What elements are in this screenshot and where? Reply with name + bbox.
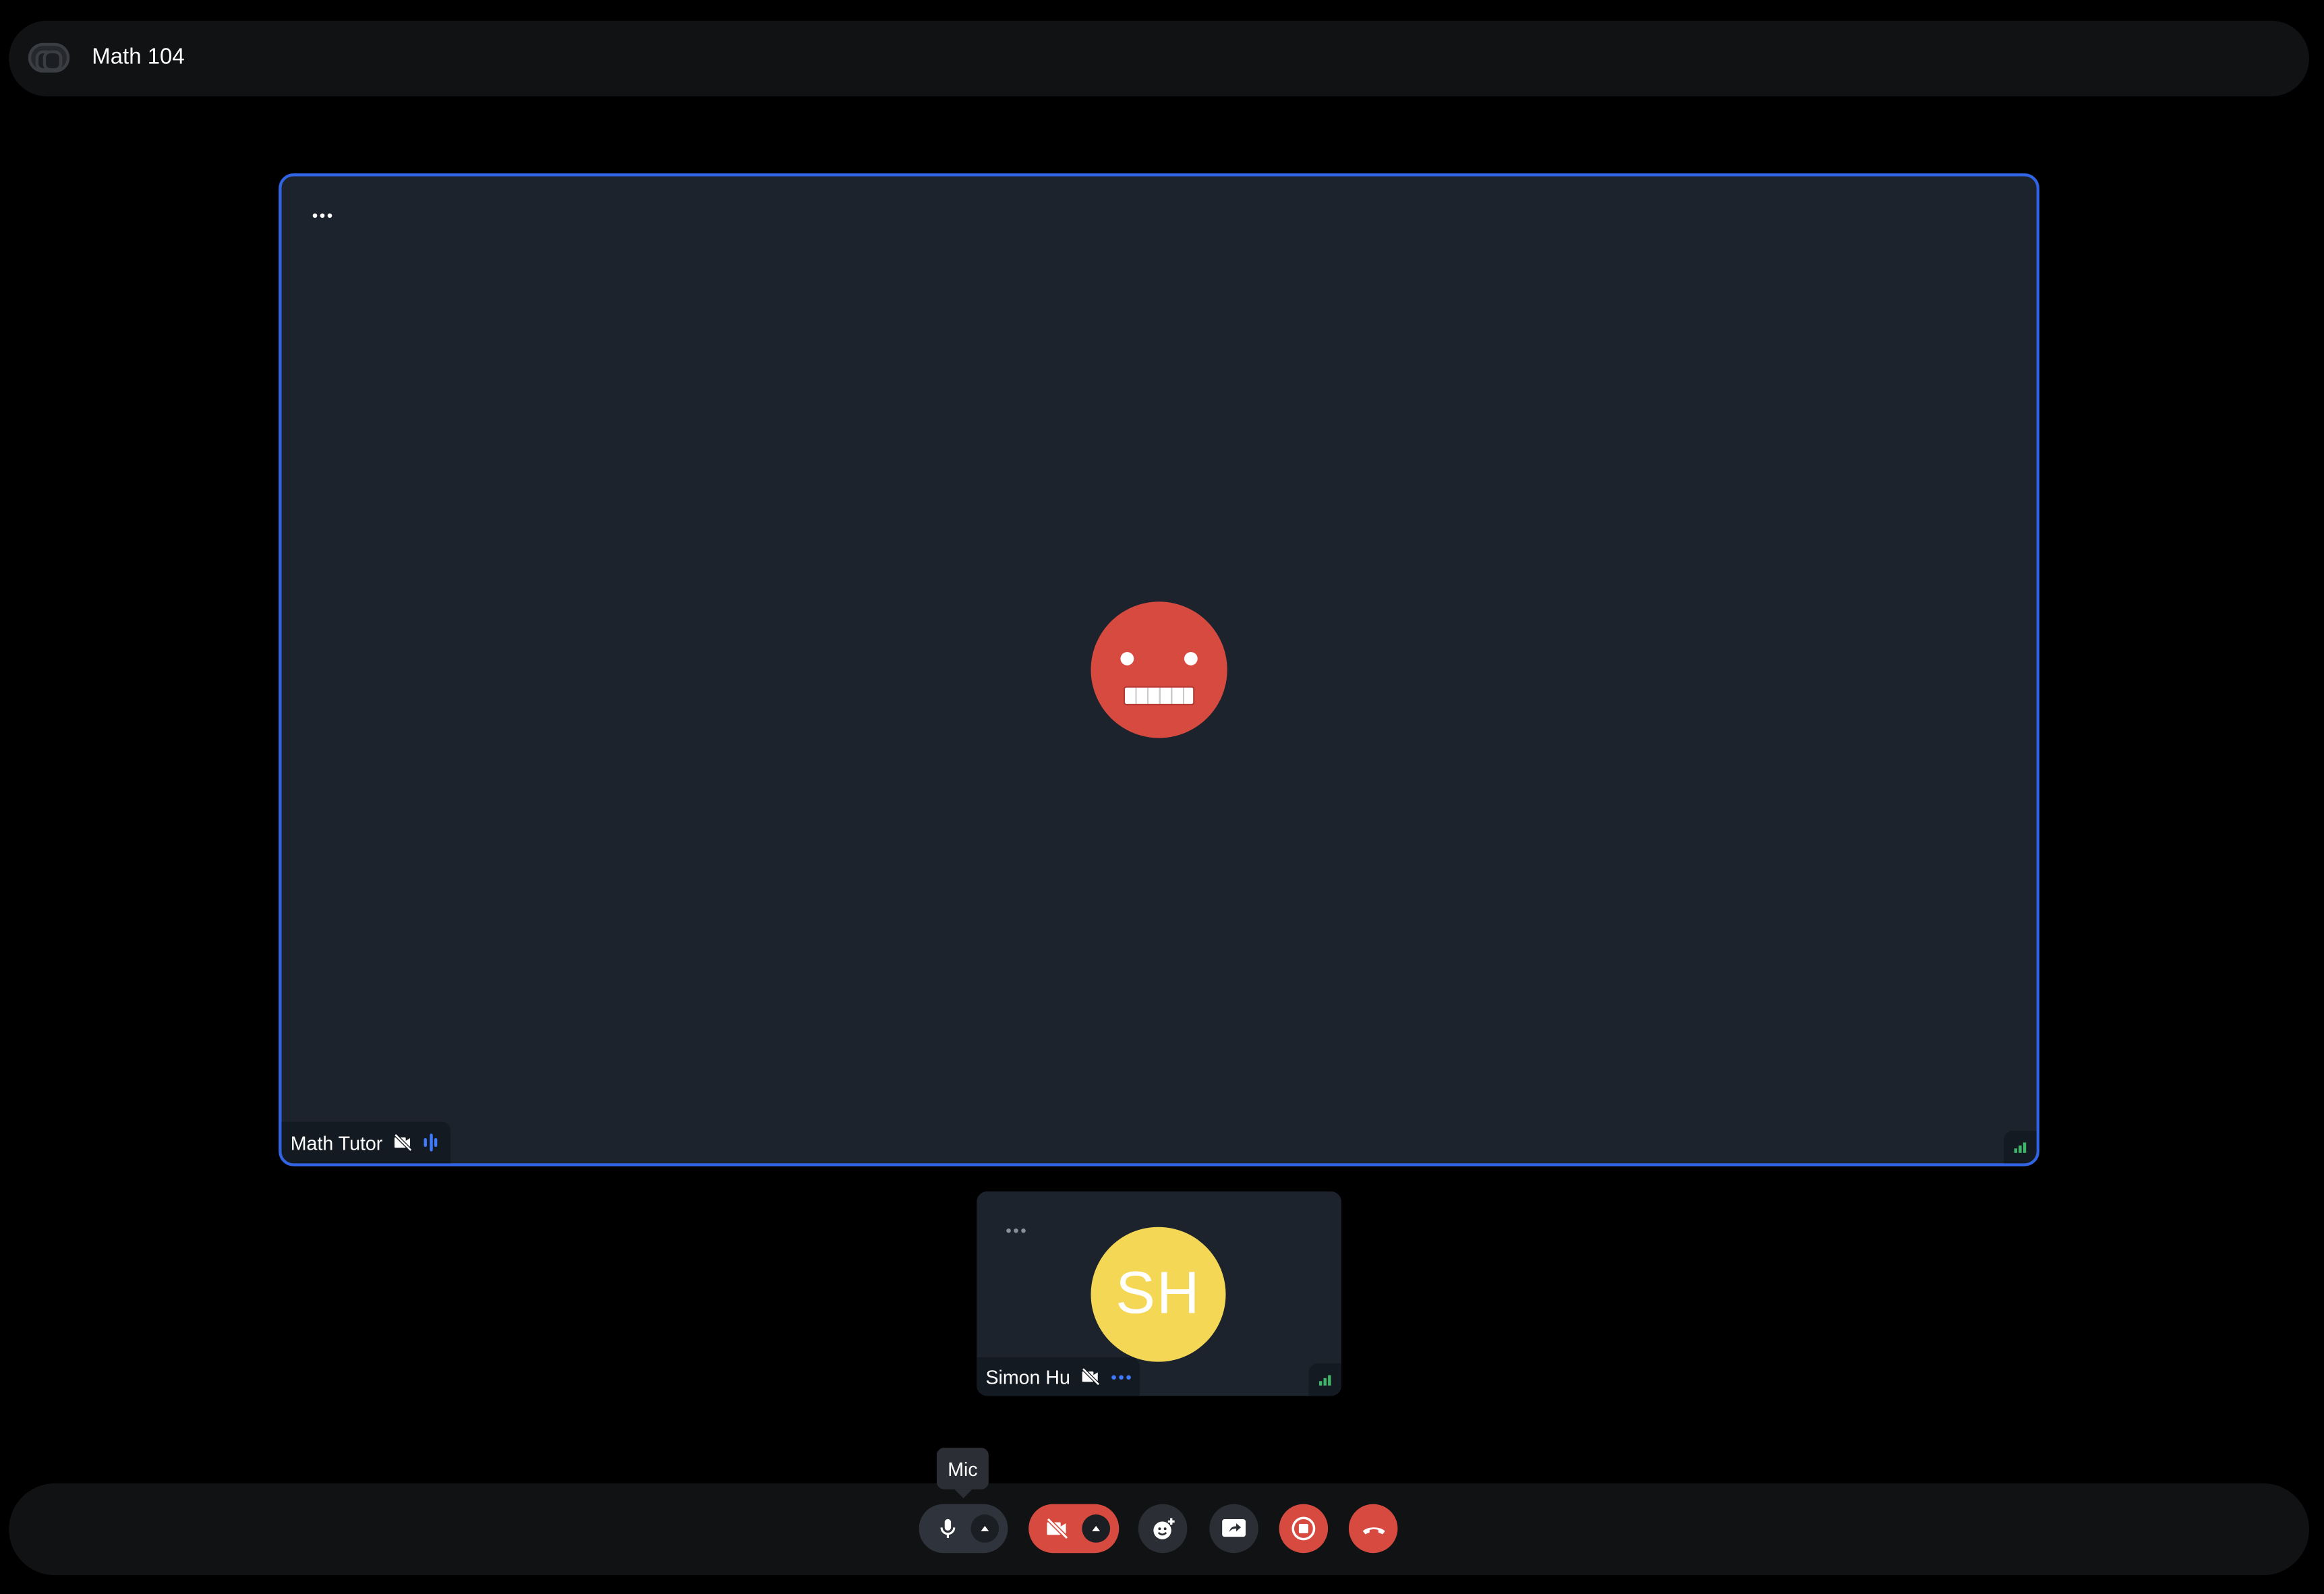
reactions-button[interactable] [1138, 1504, 1188, 1554]
app-logo-icon[interactable] [28, 42, 70, 73]
participant-video-tile[interactable]: SH Simon Hu [977, 1191, 1341, 1396]
hang-up-icon [1362, 1527, 1385, 1534]
stop-record-icon [1291, 1516, 1316, 1541]
emoji-add-icon [1153, 1517, 1174, 1539]
face-mouth [1123, 686, 1195, 706]
signal-strength-icon [2004, 1130, 2037, 1164]
participant-name: Math Tutor [290, 1131, 383, 1154]
meeting-title: Math 104 [92, 44, 185, 70]
leave-button[interactable] [1348, 1504, 1398, 1554]
signal-strength-icon [1308, 1363, 1341, 1396]
participant-name-chip: Simon Hu [977, 1357, 1140, 1396]
camera-off-icon [1082, 1367, 1101, 1386]
share-screen-icon [1222, 1519, 1246, 1537]
share-screen-button[interactable] [1209, 1504, 1258, 1554]
chevron-up-icon [1092, 1525, 1101, 1531]
top-bar: Math 104 [9, 20, 2310, 96]
meeting-window: Math 104 Math Tutor SH Simon Hu Mic [0, 0, 2324, 1594]
camera-options-button[interactable] [1082, 1514, 1111, 1543]
more-options-icon[interactable] [307, 200, 337, 230]
camera-off-icon [394, 1133, 413, 1152]
main-video-tile[interactable]: Math Tutor [279, 173, 2040, 1167]
more-dots-icon [1111, 1374, 1132, 1379]
mic-tooltip: Mic [936, 1448, 989, 1498]
grimace-face-avatar [1091, 601, 1227, 738]
chevron-up-icon [981, 1525, 989, 1531]
speaking-indicator-icon [424, 1132, 442, 1153]
mic-button[interactable] [919, 1504, 1008, 1554]
camera-off-icon [1046, 1517, 1069, 1540]
camera-button[interactable] [1028, 1504, 1120, 1554]
mic-icon [940, 1518, 956, 1538]
initials-avatar: SH [1091, 1227, 1226, 1362]
more-options-icon[interactable] [1000, 1215, 1030, 1245]
participant-name-chip: Math Tutor [281, 1121, 451, 1164]
participant-name: Simon Hu [985, 1365, 1070, 1388]
record-button[interactable] [1279, 1504, 1329, 1554]
mic-options-button[interactable] [970, 1514, 999, 1543]
face-eye-left [1120, 651, 1134, 666]
face-eye-right [1184, 651, 1198, 666]
